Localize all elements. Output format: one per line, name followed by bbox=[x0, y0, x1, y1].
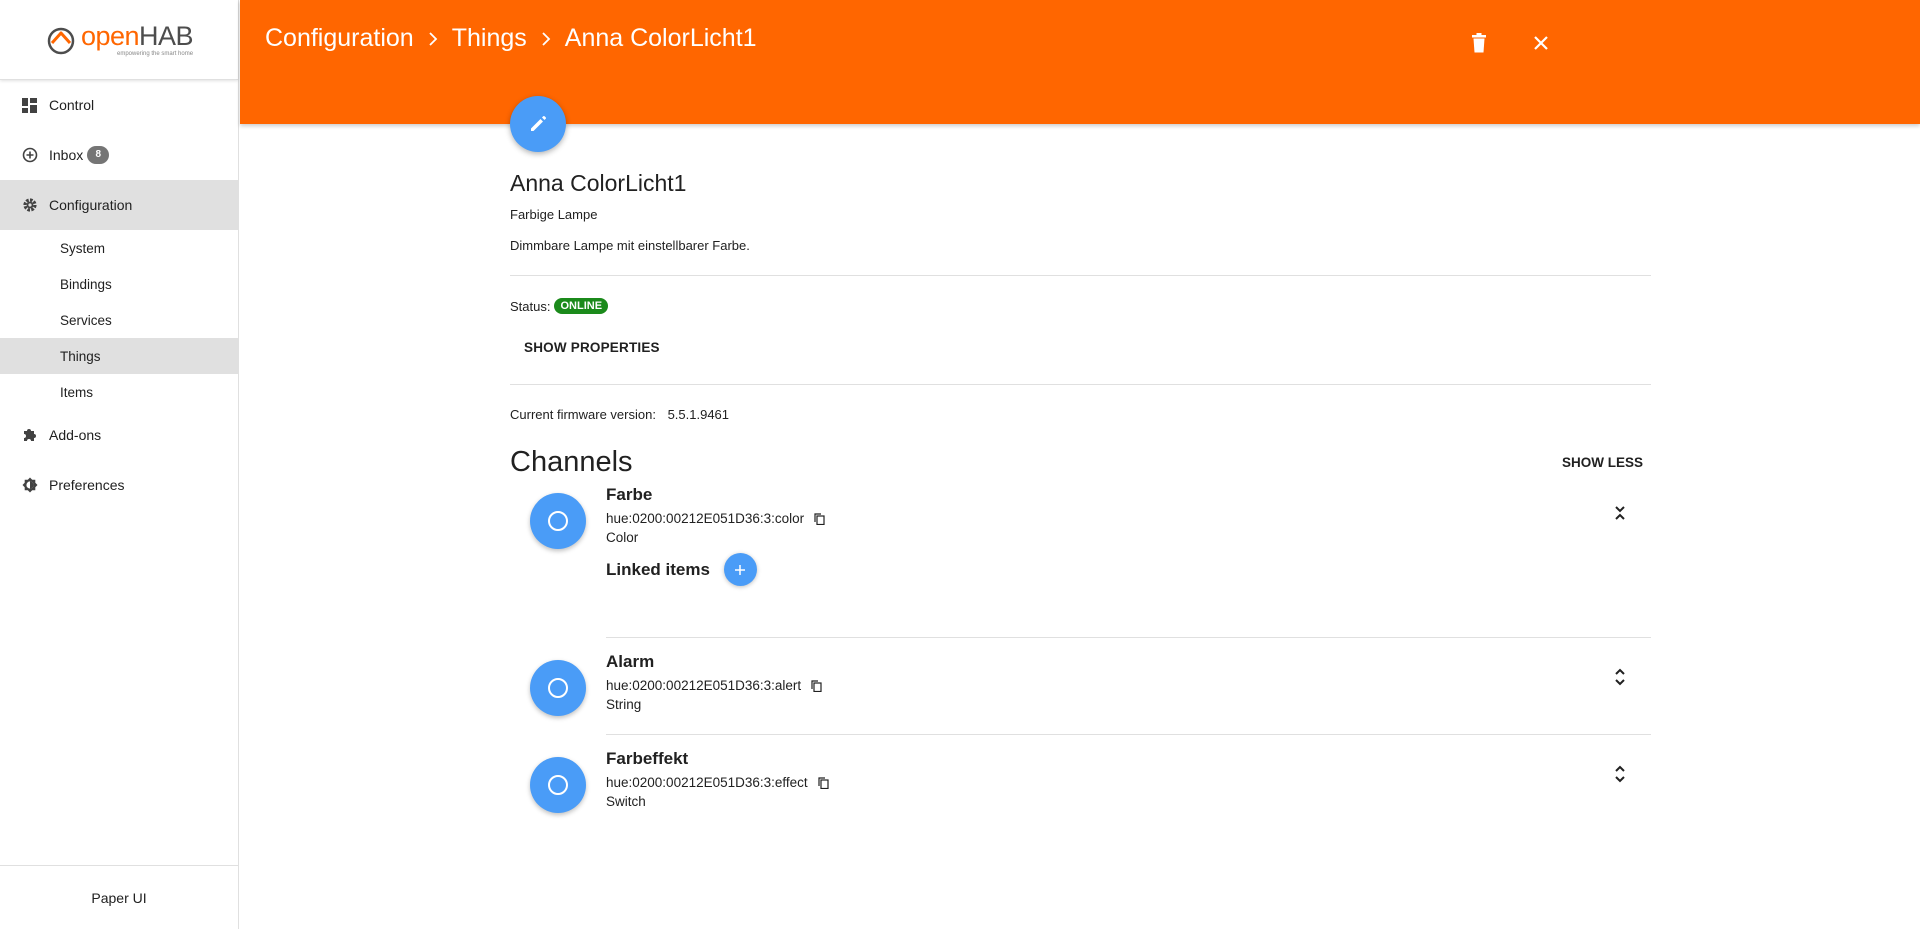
channel-type: String bbox=[606, 697, 642, 712]
channel-name: Farbeffekt bbox=[606, 749, 689, 768]
sidebar-item-bindings[interactable]: Bindings bbox=[0, 266, 238, 302]
edit-thing-button[interactable] bbox=[510, 96, 566, 152]
channel-item: Farbeffekt hue:0200:00212E051D36:3:effec… bbox=[510, 749, 1651, 825]
sidebar-item-items[interactable]: Items bbox=[0, 374, 238, 410]
sidebar-item-preferences[interactable]: Preferences bbox=[0, 460, 238, 510]
firmware-row: Current firmware version: 5.5.1.9461 bbox=[510, 407, 1651, 422]
sidebar-item-addons[interactable]: Add-ons bbox=[0, 410, 238, 460]
channel-name: Alarm bbox=[606, 652, 655, 671]
unfold-icon bbox=[1615, 506, 1625, 520]
trash-icon bbox=[1472, 33, 1486, 53]
channel-item: Alarm hue:0200:00212E051D36:3:alert Stri… bbox=[510, 652, 1651, 728]
logo-text: openHAB bbox=[80, 20, 194, 51]
gear-icon bbox=[21, 197, 38, 214]
sidebar-nav: Control Inbox 8 Configuration bbox=[0, 80, 238, 230]
expand-channel-button[interactable] bbox=[1609, 495, 1631, 525]
copy-icon[interactable] bbox=[814, 512, 825, 525]
channel-item: Farbe hue:0200:00212E051D36:3:color Colo… bbox=[510, 485, 1651, 625]
firmware-label: Current firmware version: bbox=[510, 407, 656, 422]
channel-uid-text: hue:0200:00212E051D36:3:alert bbox=[606, 678, 802, 693]
delete-button[interactable] bbox=[1463, 27, 1495, 59]
sidebar-nav-lower: Add-ons Preferences bbox=[0, 410, 238, 510]
breadcrumb-separator-icon bbox=[541, 26, 551, 52]
thing-detail: Anna ColorLicht1 Farbige Lampe Dimmbare … bbox=[510, 160, 1651, 825]
channel-body: Farbe hue:0200:00212E051D36:3:color Colo… bbox=[606, 485, 1651, 625]
plus-icon bbox=[735, 564, 746, 575]
openhab-logo[interactable]: openHAB empowering the smart home bbox=[45, 20, 194, 57]
breadcrumb-separator-icon bbox=[428, 26, 438, 52]
divider bbox=[510, 384, 1651, 385]
brightness-icon bbox=[21, 477, 38, 494]
status-badge: ONLINE bbox=[554, 298, 609, 314]
sidebar-item-inbox[interactable]: Inbox 8 bbox=[0, 130, 238, 180]
show-properties-button[interactable]: SHOW PROPERTIES bbox=[524, 340, 660, 355]
sidebar-item-label: Add-ons bbox=[49, 427, 102, 443]
inbox-count-badge: 8 bbox=[87, 146, 110, 164]
add-circle-icon bbox=[21, 147, 38, 164]
page-header: Configuration Things Anna ColorLicht1 bbox=[240, 0, 1920, 124]
channel-type: Color bbox=[606, 530, 639, 545]
channel-uid: hue:0200:00212E051D36:3:alert bbox=[606, 678, 1651, 693]
openhab-logo-icon bbox=[47, 27, 75, 54]
status-row: Status: ONLINE bbox=[510, 298, 1651, 314]
unfold-icon bbox=[1615, 668, 1625, 686]
channel-name: Farbe bbox=[606, 485, 653, 504]
divider bbox=[510, 275, 1651, 276]
linked-items-label: Linked items bbox=[606, 559, 710, 579]
channel-uid: hue:0200:00212E051D36:3:color bbox=[606, 511, 1651, 526]
puzzle-icon bbox=[21, 427, 38, 444]
unfold-icon bbox=[1615, 765, 1625, 783]
channel-uid: hue:0200:00212E051D36:3:effect bbox=[606, 775, 1651, 790]
copy-icon[interactable] bbox=[818, 776, 829, 789]
sidebar-item-label: Control bbox=[49, 97, 95, 113]
channel-link-button[interactable] bbox=[530, 757, 586, 813]
circle-icon bbox=[548, 678, 568, 698]
sidebar-item-things[interactable]: Things bbox=[0, 338, 238, 374]
divider bbox=[606, 734, 1651, 735]
logo-tagline: empowering the smart home bbox=[117, 50, 194, 57]
linked-items-row: Linked items bbox=[606, 553, 1651, 586]
sidebar-footer: Paper UI bbox=[0, 865, 238, 929]
circle-icon bbox=[548, 511, 568, 531]
channel-link-button[interactable] bbox=[530, 660, 586, 716]
sidebar-item-label: Configuration bbox=[49, 197, 133, 213]
channel-uid-text: hue:0200:00212E051D36:3:effect bbox=[606, 775, 808, 790]
copy-icon[interactable] bbox=[811, 679, 822, 692]
firmware-value: 5.5.1.9461 bbox=[667, 407, 730, 422]
logo-area: openHAB empowering the smart home bbox=[0, 0, 238, 80]
pencil-icon bbox=[531, 116, 546, 131]
show-less-button[interactable]: SHOW LESS bbox=[1562, 455, 1643, 470]
close-icon bbox=[1534, 36, 1548, 50]
status-label: Status: bbox=[510, 298, 551, 314]
sidebar: openHAB empowering the smart home Contro… bbox=[0, 0, 239, 929]
thing-type: Farbige Lampe bbox=[510, 207, 598, 222]
channels-header: Channels SHOW LESS bbox=[510, 446, 1651, 479]
divider bbox=[606, 637, 1651, 638]
channel-body: Alarm hue:0200:00212E051D36:3:alert Stri… bbox=[606, 652, 1651, 728]
sidebar-item-configuration[interactable]: Configuration bbox=[0, 180, 238, 230]
breadcrumb-configuration[interactable]: Configuration bbox=[265, 24, 414, 53]
channel-body: Farbeffekt hue:0200:00212E051D36:3:effec… bbox=[606, 749, 1651, 825]
breadcrumb-things[interactable]: Things bbox=[452, 24, 527, 53]
sidebar-item-label: Inbox bbox=[49, 147, 84, 163]
thing-description: Dimmbare Lampe mit einstellbarer Farbe. bbox=[510, 238, 750, 253]
breadcrumb-current: Anna ColorLicht1 bbox=[564, 24, 757, 52]
channels-title: Channels bbox=[510, 446, 633, 478]
sidebar-item-system[interactable]: System bbox=[0, 230, 238, 266]
dashboard-icon bbox=[21, 97, 38, 114]
close-button[interactable] bbox=[1525, 27, 1557, 59]
channel-type: Switch bbox=[606, 794, 646, 809]
sidebar-item-control[interactable]: Control bbox=[0, 80, 238, 130]
sidebar-item-label: Preferences bbox=[49, 477, 125, 493]
add-linked-item-button[interactable] bbox=[723, 553, 757, 586]
sidebar-item-services[interactable]: Services bbox=[0, 302, 238, 338]
breadcrumb: Configuration Things Anna ColorLicht1 bbox=[265, 24, 757, 53]
expand-channel-button[interactable] bbox=[1609, 662, 1631, 692]
channel-link-button[interactable] bbox=[530, 493, 586, 549]
thing-title: Anna ColorLicht1 bbox=[510, 170, 687, 196]
channel-uid-text: hue:0200:00212E051D36:3:color bbox=[606, 511, 805, 526]
expand-channel-button[interactable] bbox=[1609, 759, 1631, 789]
circle-icon bbox=[548, 775, 568, 795]
